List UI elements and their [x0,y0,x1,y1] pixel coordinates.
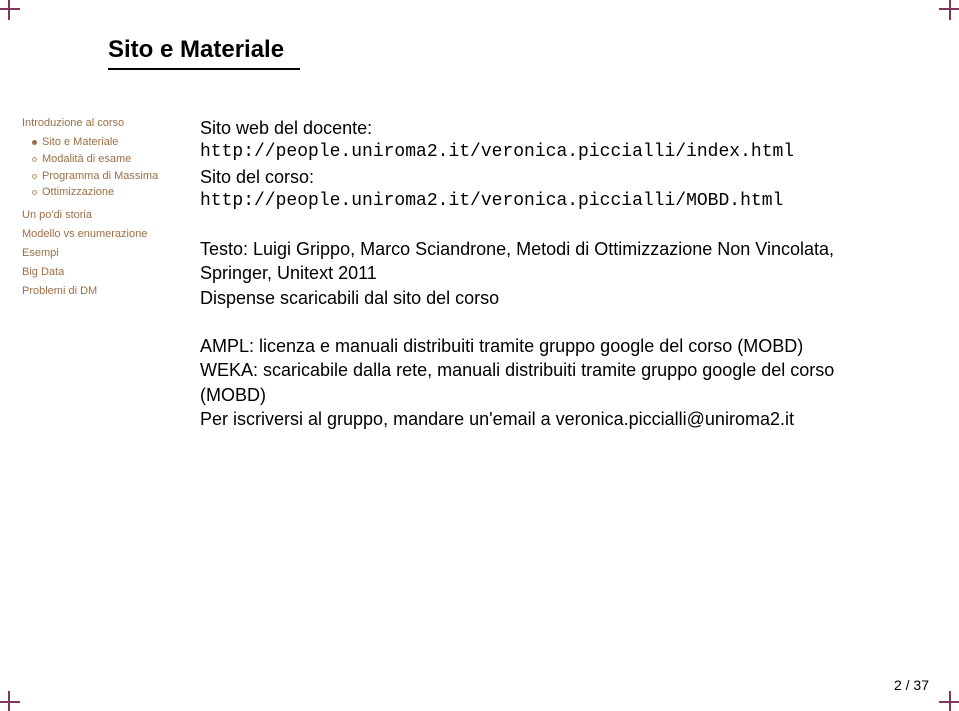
block-tools: AMPL: licenza e manuali distribuiti tram… [200,334,900,431]
nav-link-big-data[interactable]: Big Data [22,265,172,280]
crop-mark-bottom-left [0,691,20,711]
nav-sub-modalita-esame[interactable]: Modalità di esame [32,152,172,167]
text-testo: Testo: Luigi Grippo, Marco Sciandrone, M… [200,237,900,286]
title-area: Sito e Materiale [108,36,300,70]
url-docente[interactable]: http://people.uniroma2.it/veronica.picci… [200,140,900,164]
nav-group-introduzione[interactable]: Introduzione al corso [22,116,172,131]
bullet-icon [32,140,37,145]
nav-sub-programma-massima[interactable]: Programma di Massima [32,169,172,184]
nav-sub-sito-materiale[interactable]: Sito e Materiale [32,135,172,150]
nav-sub-label: Ottimizzazione [42,185,114,200]
nav-link-modello-enum[interactable]: Modello vs enumerazione [22,227,172,242]
bullet-icon [32,174,37,179]
nav-link-problemi-dm[interactable]: Problemi di DM [22,284,172,299]
text-weka: WEKA: scaricabile dalla rete, manuali di… [200,358,900,407]
nav-link-storia[interactable]: Un po'di storia [22,208,172,223]
sidebar-nav: Introduzione al corso Sito e Materiale M… [22,116,172,302]
slide: Sito e Materiale Introduzione al corso S… [0,0,959,711]
title-underline [108,68,300,70]
text-ampl: AMPL: licenza e manuali distribuiti tram… [200,334,900,358]
crop-mark-bottom-right [939,691,959,711]
crop-mark-top-right [939,0,959,20]
text-sito-docente: Sito web del docente: [200,116,900,140]
content-area: Sito web del docente: http://people.unir… [200,116,900,455]
url-corso[interactable]: http://people.uniroma2.it/veronica.picci… [200,189,900,213]
block-testo: Testo: Luigi Grippo, Marco Sciandrone, M… [200,237,900,310]
bullet-icon [32,190,37,195]
nav-sub-label: Sito e Materiale [42,135,118,150]
nav-sub-label: Modalità di esame [42,152,131,167]
slide-title: Sito e Materiale [108,36,300,64]
text-sito-corso: Sito del corso: [200,165,900,189]
bullet-icon [32,157,37,162]
block-sites: Sito web del docente: http://people.unir… [200,116,900,213]
text-subscribe: Per iscriversi al gruppo, mandare un'ema… [200,407,900,431]
nav-sub-label: Programma di Massima [42,169,158,184]
nav-sub-ottimizzazione[interactable]: Ottimizzazione [32,185,172,200]
page-number: 2 / 37 [894,677,929,693]
crop-mark-top-left [0,0,20,20]
nav-link-esempi[interactable]: Esempi [22,246,172,261]
text-dispense: Dispense scaricabili dal sito del corso [200,286,900,310]
